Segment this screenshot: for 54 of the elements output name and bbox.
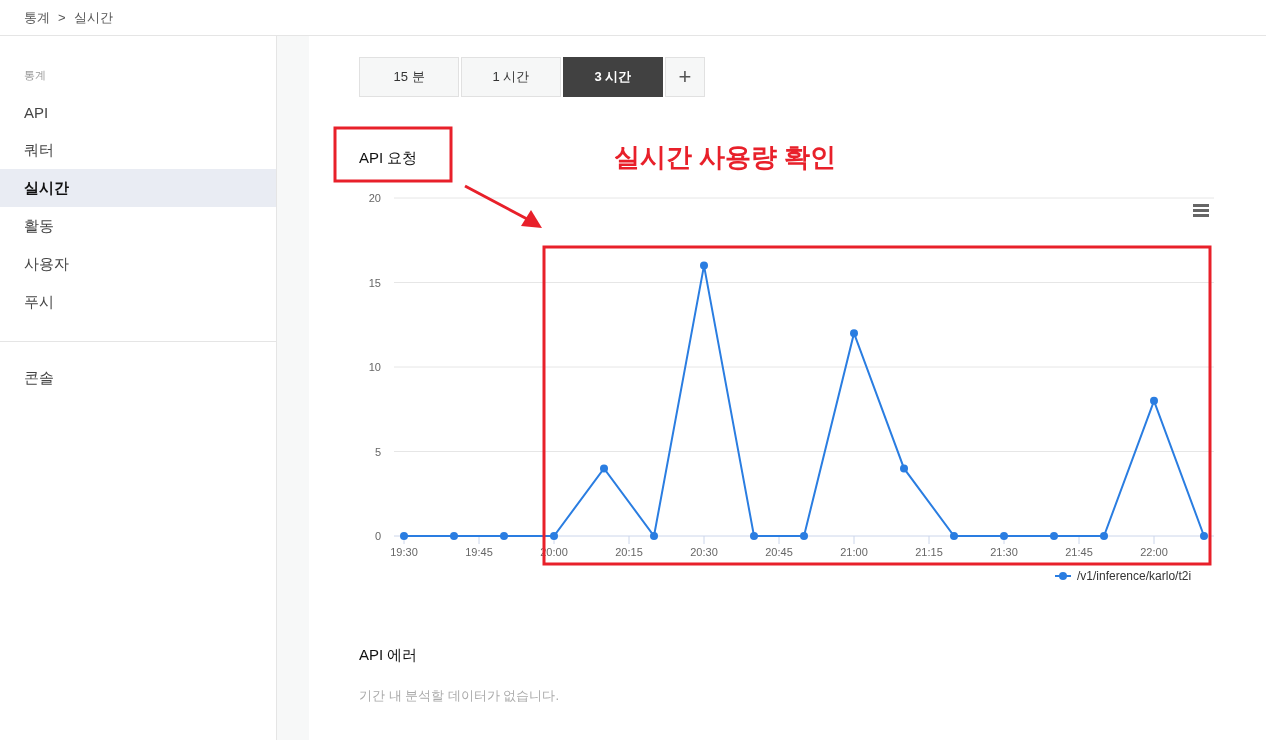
- x-axis-label: 21:15: [915, 546, 943, 558]
- data-point: [1200, 532, 1208, 540]
- y-axis-label: 5: [374, 445, 381, 458]
- range-tab[interactable]: 1 시간: [461, 57, 561, 97]
- data-point: [1000, 532, 1008, 540]
- y-axis-label: 20: [368, 192, 381, 204]
- x-axis-label: 19:30: [390, 546, 418, 558]
- data-point: [450, 532, 458, 540]
- x-axis-label: 21:30: [990, 546, 1018, 558]
- x-axis-label: 22:00: [1140, 546, 1168, 558]
- data-point: [650, 532, 658, 540]
- data-point: [400, 532, 408, 540]
- data-point: [600, 464, 608, 473]
- sidebar-item[interactable]: 푸시: [0, 283, 276, 321]
- menu-icon[interactable]: [1193, 204, 1209, 217]
- data-point: [1050, 532, 1058, 540]
- y-axis-label: 10: [368, 361, 381, 373]
- empty-message: 기간 내 분석할 데이터가 없습니다.: [359, 687, 561, 705]
- x-axis-label: 20:45: [765, 546, 793, 558]
- add-button[interactable]: +: [665, 57, 705, 97]
- x-axis-label: 20:30: [690, 546, 718, 558]
- sidebar-item[interactable]: 활동: [0, 207, 276, 245]
- chart-title: API 요청: [359, 149, 418, 168]
- data-point: [950, 532, 958, 540]
- sidebar-item[interactable]: 쿼터: [0, 131, 276, 169]
- sidebar-item[interactable]: 콘솔: [0, 359, 276, 397]
- annotation-text: 실시간 사용량 확인: [614, 141, 837, 174]
- data-point: [800, 532, 808, 540]
- data-point: [900, 464, 908, 473]
- data-point: [1150, 396, 1158, 405]
- data-point: [1100, 532, 1108, 540]
- breadcrumb-item[interactable]: 통계: [24, 8, 50, 27]
- x-axis-label: 20:15: [615, 546, 643, 558]
- y-axis-label: 15: [368, 276, 381, 289]
- x-axis-label: 19:45: [465, 546, 493, 558]
- section-title: API 에러: [359, 646, 419, 665]
- breadcrumb-item[interactable]: 실시간: [73, 8, 113, 27]
- data-point: [550, 532, 558, 540]
- data-point: [500, 532, 508, 540]
- sidebar-item[interactable]: API: [0, 93, 276, 131]
- y-axis-label: 0: [374, 530, 381, 542]
- range-tab[interactable]: 3 시간: [563, 57, 663, 97]
- legend-label: /v1/inference/karlo/t2i: [1077, 569, 1192, 583]
- breadcrumb-separator: >: [58, 10, 66, 25]
- data-point: [850, 329, 858, 338]
- sidebar-section-label: 통계: [23, 68, 47, 83]
- sidebar-item[interactable]: 실시간: [0, 169, 276, 207]
- range-tab[interactable]: 15 분: [359, 57, 459, 97]
- sidebar-item[interactable]: 사용자: [0, 245, 276, 283]
- data-point: [700, 261, 708, 270]
- data-point: [750, 532, 758, 540]
- legend-marker-icon: [1054, 572, 1072, 580]
- x-axis-label: 21:45: [1065, 546, 1093, 558]
- x-axis-label: 21:00: [840, 546, 868, 558]
